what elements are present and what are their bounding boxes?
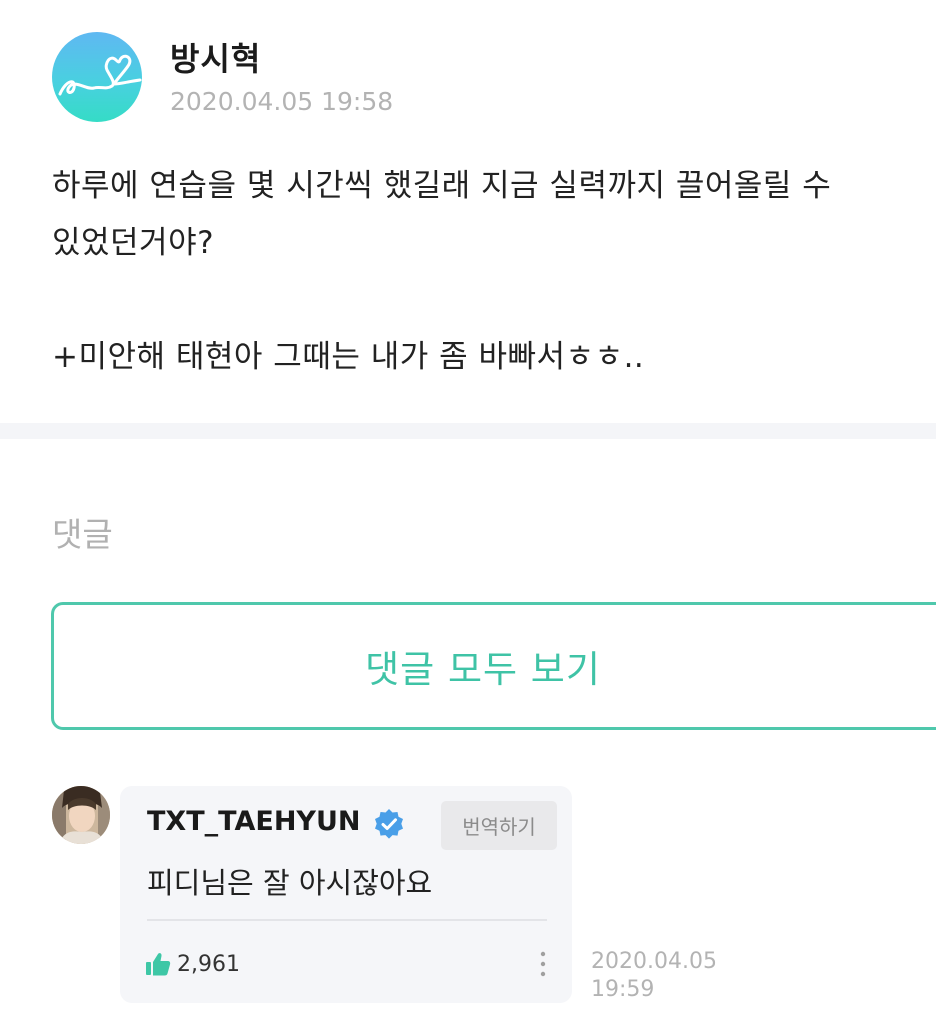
vertical-ellipsis-icon[interactable] bbox=[538, 950, 548, 978]
card-divider bbox=[147, 919, 547, 921]
comments-title: 댓글 bbox=[52, 515, 113, 554]
view-all-comments-button[interactable]: 댓글 모두 보기 bbox=[51, 602, 936, 730]
section-divider bbox=[0, 423, 936, 439]
thumbs-up-icon[interactable] bbox=[145, 951, 171, 977]
post-date: 2020.04.05 19:58 bbox=[170, 87, 394, 116]
commenter-photo bbox=[52, 786, 110, 844]
like-count: 2,961 bbox=[177, 952, 240, 977]
verified-badge-icon bbox=[375, 809, 403, 839]
comment-text: 피디님은 잘 아시잖아요 bbox=[147, 866, 433, 900]
commenter-avatar[interactable] bbox=[52, 786, 110, 844]
view-all-comments-label: 댓글 모두 보기 bbox=[365, 648, 601, 691]
comment-timestamp: 2020.04.05 19:59 bbox=[591, 949, 717, 1002]
post-body: 하루에 연습을 몇 시간씩 했길래 지금 실력까지 끌어올릴 수 있었던거야? … bbox=[52, 168, 832, 375]
post-header: 방시혁 2020.04.05 19:58 bbox=[52, 32, 912, 124]
author-name[interactable]: 방시혁 bbox=[170, 34, 261, 80]
comment-card: TXT_TAEHYUN 번역하기 피디님은 잘 아시잖아요 2,961 bbox=[120, 786, 572, 1003]
heart-doodle-logo-icon bbox=[58, 54, 142, 96]
translate-button[interactable]: 번역하기 bbox=[441, 801, 557, 850]
author-avatar[interactable] bbox=[52, 32, 142, 122]
commenter-name[interactable]: TXT_TAEHYUN bbox=[147, 806, 360, 837]
